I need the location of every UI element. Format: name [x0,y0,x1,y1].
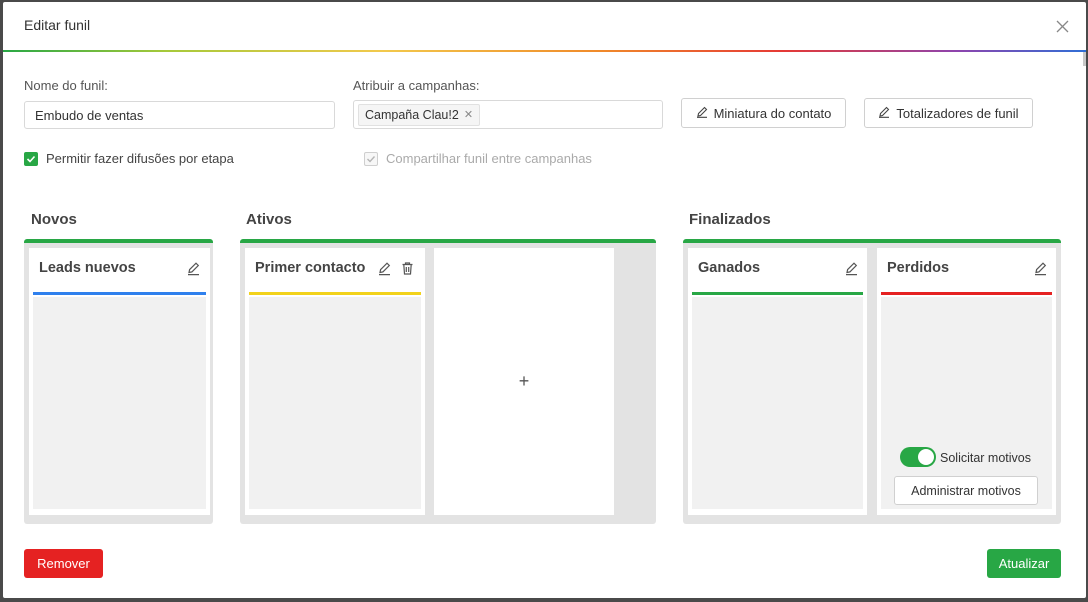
update-button-label: Atualizar [998,556,1050,571]
trash-icon[interactable] [400,261,416,277]
group-title-closed: Finalizados [689,211,771,228]
close-icon[interactable] [1052,16,1072,36]
check-icon [364,151,378,166]
stage-color-bar [881,292,1052,295]
pencil-icon [878,106,890,121]
stage-body [249,297,421,509]
funnel-name-value: Embudo de ventas [35,107,144,123]
stage-color-bar [33,292,206,295]
edit-funnel-modal: Editar funil Nome do funil: Embudo de ve… [3,2,1086,598]
stage-card-perdidos[interactable]: Perdidos Solicitar motivos Administrar m… [877,248,1056,515]
funnel-name-input[interactable]: Embudo de ventas [24,101,335,129]
manage-reasons-button[interactable]: Administrar motivos [894,476,1038,505]
pencil-icon[interactable] [1033,261,1049,277]
pencil-icon[interactable] [186,261,202,277]
share-funnel-checkbox: Compartilhar funil entre campanhas [364,151,592,166]
header-divider [3,50,1086,52]
plus-icon: + [518,371,530,391]
share-funnel-label: Compartilhar funil entre campanhas [386,151,592,166]
stage-name: Leads nuevos [39,260,136,276]
stage-color-bar [249,292,421,295]
campaigns-label: Atribuir a campanhas: [353,78,480,93]
allow-broadcast-checkbox[interactable]: Permitir fazer difusões por etapa [24,151,234,166]
stage-color-bar [692,292,863,295]
pencil-icon [696,106,708,121]
request-reasons-toggle[interactable] [900,447,936,467]
campaigns-select[interactable]: Campaña Clau!2 ✕ [353,100,663,129]
campaign-tag-label: Campaña Clau!2 [365,107,459,122]
modal-title: Editar funil [24,17,91,33]
group-title-new: Novos [31,211,77,228]
update-button[interactable]: Atualizar [987,549,1061,578]
stage-body [33,297,206,509]
contact-thumbnail-button[interactable]: Miniatura do contato [681,98,846,128]
remove-tag-icon[interactable]: ✕ [464,108,473,121]
stage-name: Primer contacto [255,260,366,276]
stage-body [692,297,863,509]
remove-button[interactable]: Remover [24,549,103,578]
stage-name: Perdidos [887,260,950,276]
stage-name: Ganados [698,260,761,276]
pencil-icon[interactable] [377,261,393,277]
group-title-active: Ativos [246,211,292,228]
manage-reasons-label: Administrar motivos [911,483,1021,498]
stage-card-leads-nuevos[interactable]: Leads nuevos [29,248,210,515]
allow-broadcast-label: Permitir fazer difusões por etapa [46,151,234,166]
request-reasons-label: Solicitar motivos [940,451,1031,465]
pencil-icon[interactable] [844,261,860,277]
campaign-tag: Campaña Clau!2 ✕ [358,103,481,126]
funnel-name-label: Nome do funil: [24,78,108,93]
scrollbar[interactable] [1083,52,1086,66]
funnel-totalizers-button[interactable]: Totalizadores de funil [864,98,1033,128]
check-icon [24,151,38,166]
remove-button-label: Remover [37,556,90,571]
stage-card-ganados[interactable]: Ganados [688,248,867,515]
stage-card-primer-contacto[interactable]: Primer contacto [245,248,425,515]
modal-header: Editar funil [3,2,1086,50]
add-stage-button[interactable]: + [434,248,614,515]
funnel-totalizers-label: Totalizadores de funil [896,105,1019,121]
contact-thumbnail-label: Miniatura do contato [713,105,832,121]
